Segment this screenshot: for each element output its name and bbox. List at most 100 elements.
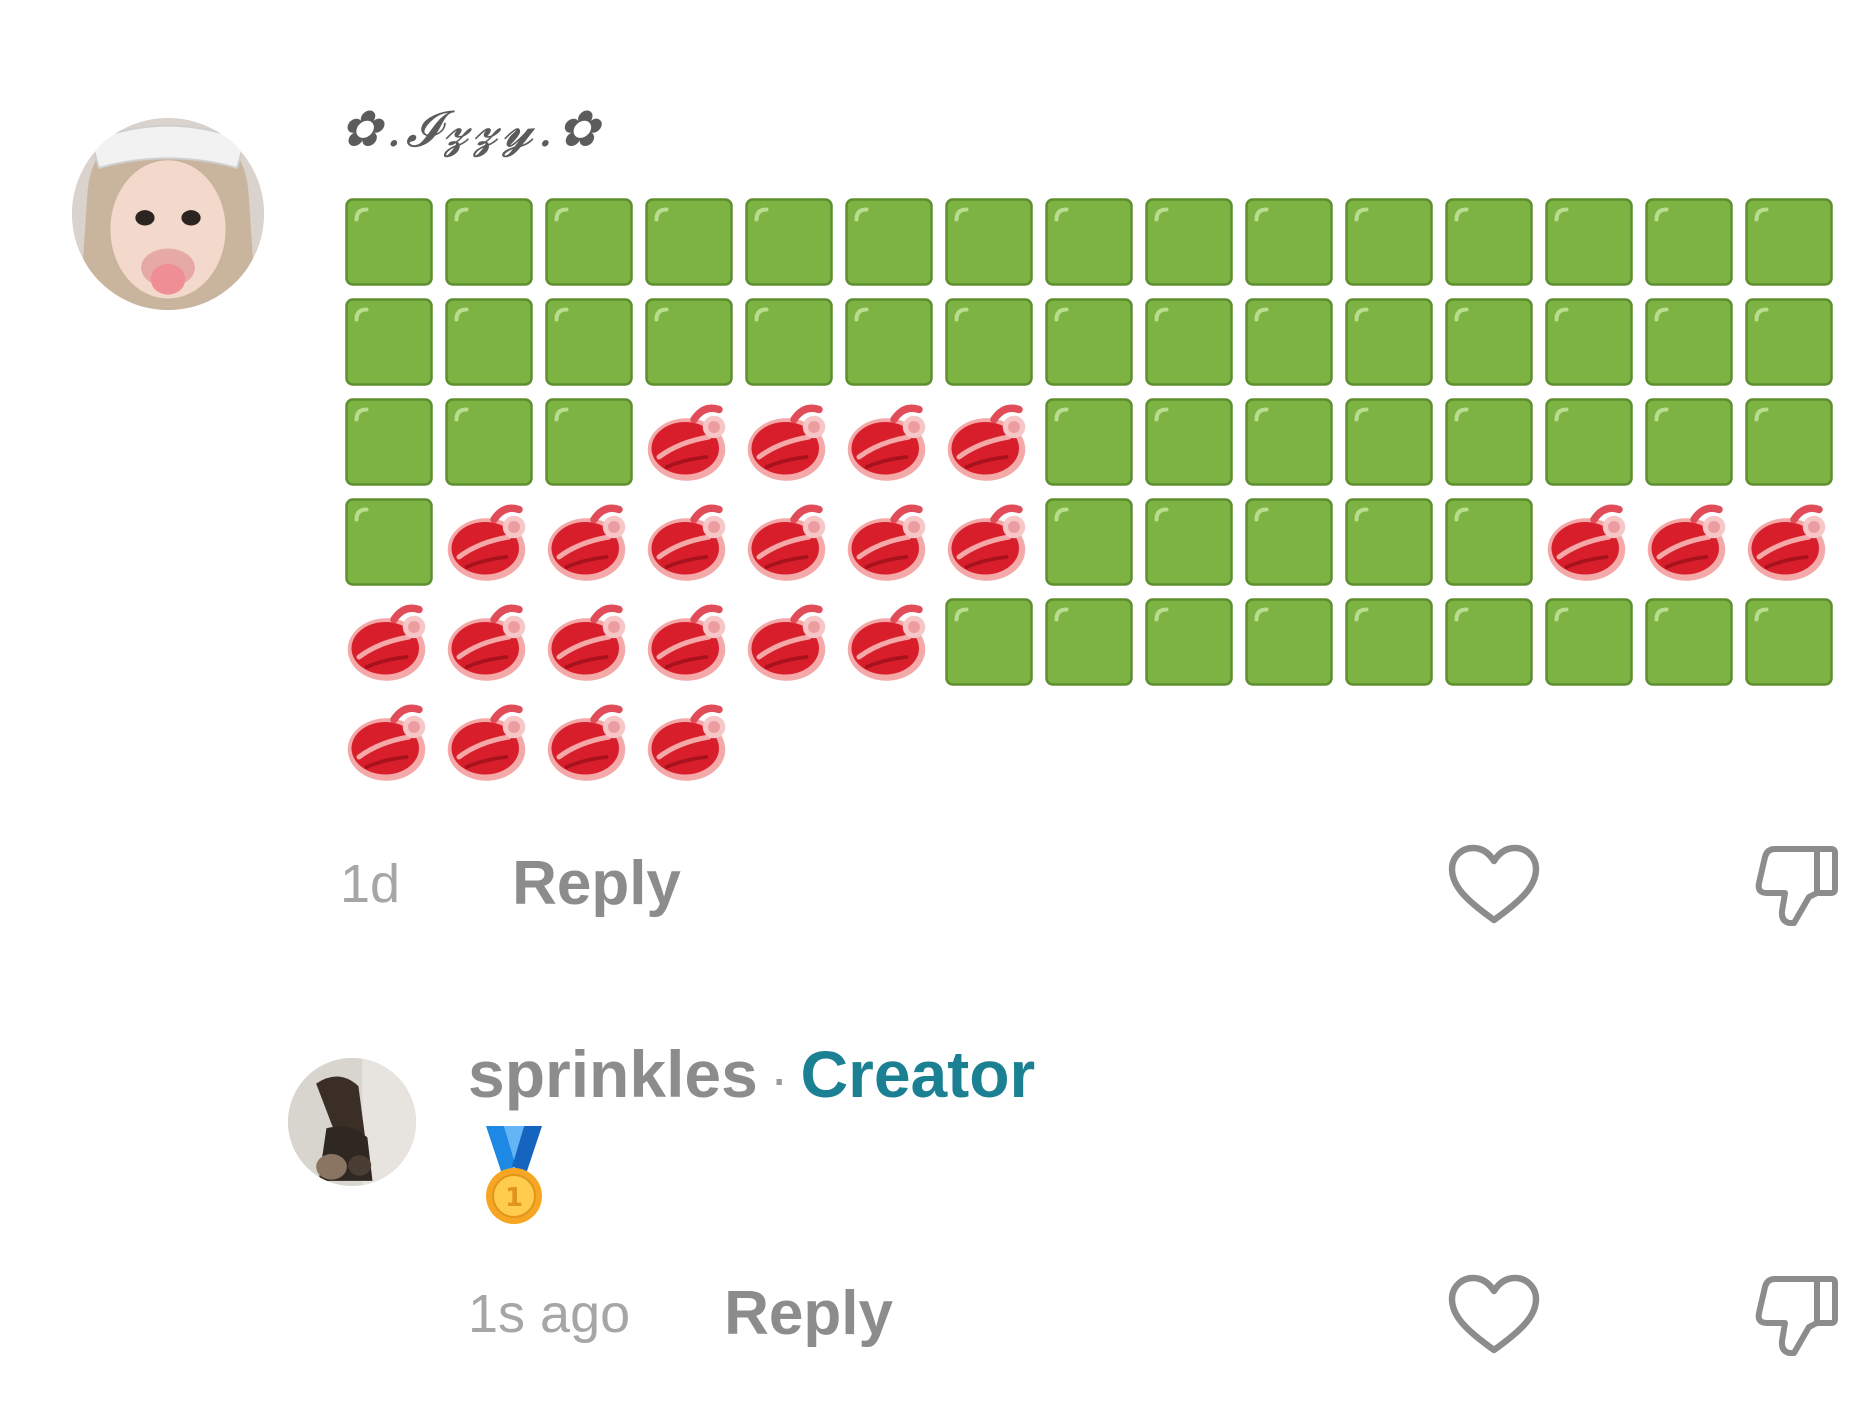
green-square-emoji	[640, 295, 740, 395]
separator-dot: ·	[769, 1046, 789, 1109]
steak-emoji	[540, 495, 640, 595]
avatar[interactable]	[72, 118, 264, 310]
steak-emoji	[840, 395, 940, 495]
green-square-emoji	[840, 295, 940, 395]
green-square-emoji	[1340, 595, 1440, 695]
dislike-button[interactable]	[1746, 834, 1846, 934]
green-square-emoji	[940, 295, 1040, 395]
steak-emoji	[640, 395, 740, 495]
green-square-emoji	[1340, 395, 1440, 495]
steak-emoji	[540, 695, 640, 795]
green-square-emoji	[440, 195, 540, 295]
steak-emoji	[540, 595, 640, 695]
like-button[interactable]	[1444, 1264, 1544, 1364]
green-square-emoji	[1240, 395, 1340, 495]
comment-username[interactable]: sprinkles	[468, 1036, 758, 1112]
comment-emoji-text	[340, 195, 1840, 795]
reply-button[interactable]: Reply	[724, 1278, 893, 1349]
thumbs-down-outline-icon	[1755, 1276, 1838, 1356]
green-square-emoji	[1040, 195, 1140, 295]
green-square-emoji	[1540, 595, 1640, 695]
green-square-emoji	[1240, 595, 1340, 695]
reply-button[interactable]: Reply	[512, 848, 681, 919]
svg-text:1: 1	[505, 1183, 523, 1213]
green-square-emoji	[1540, 295, 1640, 395]
steak-emoji	[940, 495, 1040, 595]
green-square-emoji	[1240, 495, 1340, 595]
green-square-emoji	[1140, 195, 1240, 295]
steak-emoji	[840, 495, 940, 595]
green-square-emoji	[1440, 195, 1540, 295]
green-square-emoji	[1640, 595, 1740, 695]
heart-outline-icon	[1448, 844, 1540, 924]
green-square-emoji	[940, 595, 1040, 695]
green-square-emoji	[1140, 395, 1240, 495]
green-square-emoji	[640, 195, 740, 295]
green-square-emoji	[1540, 195, 1640, 295]
green-square-emoji	[540, 395, 640, 495]
green-square-emoji	[540, 195, 640, 295]
green-square-emoji	[340, 495, 440, 595]
avatar-image	[288, 1058, 416, 1186]
green-square-emoji	[740, 195, 840, 295]
steak-emoji	[1540, 495, 1640, 595]
steak-emoji	[1640, 495, 1740, 595]
steak-emoji	[640, 495, 740, 595]
green-square-emoji	[340, 295, 440, 395]
steak-emoji	[640, 695, 740, 795]
green-square-emoji	[1440, 495, 1540, 595]
green-square-emoji	[1540, 395, 1640, 495]
green-square-emoji	[1440, 395, 1540, 495]
heart-outline-icon	[1448, 1274, 1540, 1354]
dislike-button[interactable]	[1746, 1264, 1846, 1364]
green-square-emoji	[540, 295, 640, 395]
reply-header: sprinkles · Creator	[468, 1036, 1035, 1112]
green-square-emoji	[1340, 495, 1440, 595]
green-square-emoji	[1140, 495, 1240, 595]
steak-emoji	[440, 495, 540, 595]
creator-badge: Creator	[800, 1037, 1036, 1111]
comment-meta: 1d Reply	[340, 848, 681, 919]
steak-emoji	[440, 695, 540, 795]
green-square-emoji	[1740, 395, 1840, 495]
green-square-emoji	[440, 395, 540, 495]
comment-username[interactable]: ✿.𝓘𝔃𝔃𝔂.✿	[340, 100, 603, 159]
steak-emoji	[440, 595, 540, 695]
comment-timestamp: 1d	[340, 853, 401, 914]
green-square-emoji	[1740, 295, 1840, 395]
green-square-emoji	[1040, 395, 1140, 495]
green-square-emoji	[440, 295, 540, 395]
green-square-emoji	[1340, 295, 1440, 395]
green-square-emoji	[1140, 595, 1240, 695]
steak-emoji	[740, 595, 840, 695]
steak-emoji	[940, 395, 1040, 495]
green-square-emoji	[1040, 595, 1140, 695]
green-square-emoji	[1440, 295, 1540, 395]
green-square-emoji	[840, 195, 940, 295]
green-square-emoji	[1640, 295, 1740, 395]
green-square-emoji	[1440, 595, 1540, 695]
green-square-emoji	[1640, 195, 1740, 295]
steak-emoji	[340, 595, 440, 695]
green-square-emoji	[1340, 195, 1440, 295]
green-square-emoji	[1740, 195, 1840, 295]
green-square-emoji	[1740, 595, 1840, 695]
green-square-emoji	[740, 295, 840, 395]
medal-icon: 1	[486, 1126, 542, 1224]
green-square-emoji	[1240, 295, 1340, 395]
comment-meta: 1s ago Reply	[468, 1278, 893, 1349]
avatar[interactable]	[288, 1058, 416, 1186]
steak-emoji	[840, 595, 940, 695]
comment-timestamp: 1s ago	[468, 1283, 631, 1344]
green-square-emoji	[340, 395, 440, 495]
green-square-emoji	[1640, 395, 1740, 495]
steak-emoji	[740, 495, 840, 595]
first-place-medal-emoji: 1	[478, 1126, 550, 1226]
green-square-emoji	[1140, 295, 1240, 395]
green-square-emoji	[1040, 295, 1140, 395]
like-button[interactable]	[1444, 834, 1544, 934]
avatar-image	[72, 118, 264, 310]
green-square-emoji	[340, 195, 440, 295]
steak-emoji	[340, 695, 440, 795]
steak-emoji	[740, 395, 840, 495]
